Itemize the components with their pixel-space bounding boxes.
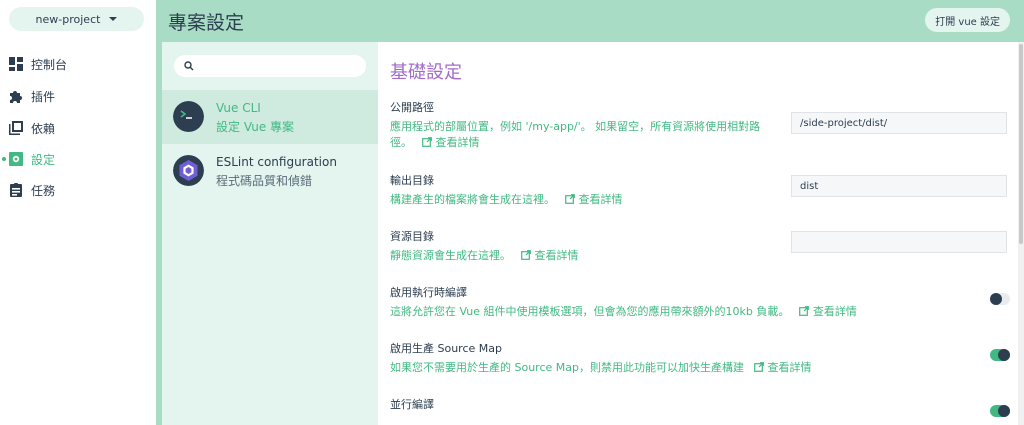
plugin-list: Vue CLI 設定 Vue 專案 ESLint configuration 程… [162, 42, 378, 425]
help-text: 靜態資源會生成在這裡。 [390, 249, 511, 262]
sidebar-item-label: 插件 [31, 90, 56, 104]
plugin-item-eslint[interactable]: ESLint configuration 程式碼品質和偵錯 [162, 144, 378, 198]
puzzle-icon [10, 91, 22, 103]
config-row-runtime-compiler: 啟用執行時編譯 這將允許您在 Vue 組件中使用模板選項，但會為您的應用帶來額外… [390, 284, 1010, 320]
sidebar-nav: new-project 控制台 插件 依賴 設定 任務 [0, 0, 156, 425]
sidebar-item-plugins[interactable]: 插件 [0, 84, 156, 108]
assignment-icon [10, 183, 22, 197]
field-help: 這將允許您在 Vue 組件中使用模板選項，但會為您的應用帶來額外的10kb 負載… [390, 304, 950, 320]
more-info-link[interactable]: 查看詳情 [535, 249, 579, 262]
source-map-toggle[interactable] [990, 349, 1010, 361]
config-row-public-path: 公開路徑 應用程式的部屬位置，例如 '/my-app/'。 如果留空，所有資源將… [390, 99, 1010, 151]
page-header: 專案設定 打開 vue 設定 [156, 0, 1024, 42]
external-link-icon [421, 137, 432, 147]
sidebar-item-label: 依賴 [31, 122, 56, 136]
help-text: 這將允許您在 Vue 組件中使用模板選項，但會為您的應用帶來額外的10kb 負載… [390, 305, 790, 318]
field-help: 如果您不需要用於生產的 Source Map，則禁用此功能可以加快生產構建 查看… [390, 360, 950, 376]
page-title: 專案設定 [168, 12, 245, 34]
toggle-knob [998, 349, 1010, 361]
config-row-parallel: 並行編譯 [390, 396, 1010, 417]
app-root: new-project 控制台 插件 依賴 設定 任務 專案設定 打開 vue … [0, 0, 1024, 425]
config-row-source-map: 啟用生產 Source Map 如果您不需要用於生產的 Source Map，則… [390, 340, 1010, 376]
more-info-link[interactable]: 查看詳情 [436, 136, 480, 149]
sidebar-item-label: 設定 [31, 153, 56, 167]
sidebar-item-label: 控制台 [31, 58, 68, 72]
toggle-knob [990, 293, 1002, 305]
more-info-link[interactable]: 查看詳情 [768, 361, 812, 374]
field-help: 應用程式的部屬位置，例如 '/my-app/'。 如果留空，所有資源將使用相對路… [390, 119, 770, 151]
vue-cli-logo [173, 101, 204, 132]
field-label: 啟用執行時編譯 [390, 286, 467, 299]
help-text: 構建產生的檔案將會生成在這裡。 [390, 193, 555, 206]
toggle-knob [998, 405, 1010, 417]
sidebar-item-label: 任務 [31, 184, 56, 198]
plugin-name: Vue CLI [216, 101, 261, 115]
external-link-icon [753, 362, 764, 372]
project-name: new-project [35, 12, 101, 26]
sidebar-item-dependencies[interactable]: 依賴 [0, 116, 156, 140]
search-input[interactable] [198, 57, 358, 75]
open-vue-config-button[interactable]: 打開 vue 設定 [925, 8, 1010, 32]
section-title: 基礎設定 [390, 62, 462, 83]
plugin-item-vue-cli[interactable]: Vue CLI 設定 Vue 專案 [162, 90, 378, 144]
external-link-icon [798, 306, 809, 316]
more-info-link[interactable]: 查看詳情 [579, 193, 623, 206]
external-link-icon [520, 250, 531, 260]
public-path-input[interactable]: /side-project/dist/ [791, 112, 1007, 134]
field-help: 構建產生的檔案將會生成在這裡。 查看詳情 [390, 192, 770, 208]
config-row-output-dir: 輸出目錄 構建產生的檔案將會生成在這裡。 查看詳情 dist [390, 172, 1010, 208]
scrollbar[interactable] [1018, 42, 1024, 425]
plugin-description: 設定 Vue 專案 [216, 120, 295, 134]
plugin-description: 程式碼品質和偵錯 [216, 174, 313, 188]
project-selector[interactable]: new-project [9, 7, 144, 31]
assets-dir-input[interactable] [791, 231, 1007, 253]
library-icon [9, 121, 23, 135]
external-link-icon [564, 194, 575, 204]
sidebar-item-tasks[interactable]: 任務 [0, 178, 156, 202]
field-help: 靜態資源會生成在這裡。 查看詳情 [390, 248, 770, 264]
config-row-assets-dir: 資源目錄 靜態資源會生成在這裡。 查看詳情 [390, 228, 1010, 264]
output-dir-input[interactable]: dist [791, 175, 1007, 197]
dashboard-icon [9, 57, 23, 71]
runtime-compiler-toggle[interactable] [990, 293, 1010, 305]
settings-icon [9, 152, 23, 166]
parallel-toggle[interactable] [990, 405, 1010, 417]
sidebar-item-settings[interactable]: 設定 [0, 147, 156, 171]
more-info-link[interactable]: 查看詳情 [813, 305, 857, 318]
plugin-name: ESLint configuration [216, 155, 337, 169]
help-text: 如果您不需要用於生產的 Source Map，則禁用此功能可以加快生產構建 [390, 361, 744, 374]
scrollbar-thumb[interactable] [1019, 44, 1023, 244]
search-icon [184, 61, 194, 71]
chevron-down-icon [109, 17, 118, 21]
field-label: 並行編譯 [390, 398, 434, 411]
active-indicator [2, 157, 6, 161]
search-box[interactable] [174, 55, 366, 77]
config-panel: 基礎設定 公開路徑 應用程式的部屬位置，例如 '/my-app/'。 如果留空，… [378, 42, 1018, 425]
field-label: 啟用生產 Source Map [390, 342, 502, 355]
eslint-logo [173, 155, 204, 186]
sidebar-item-dashboard[interactable]: 控制台 [0, 52, 156, 76]
